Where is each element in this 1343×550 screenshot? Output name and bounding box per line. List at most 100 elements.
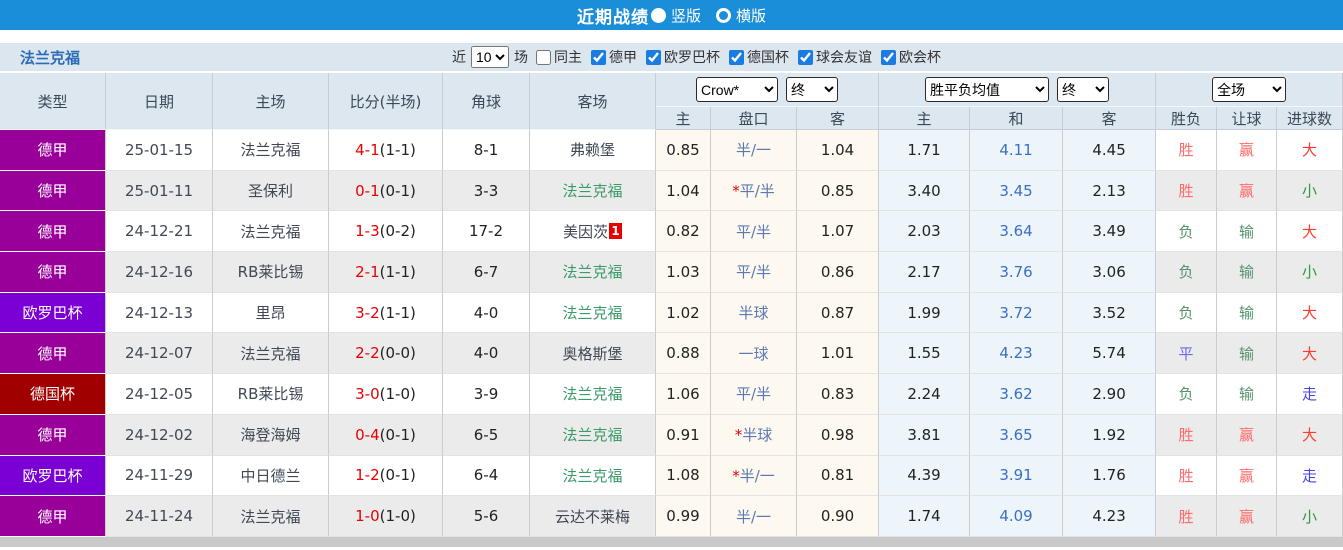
cell-odds-home: 1.02 — [656, 292, 711, 334]
cell-avg-away: 5.74 — [1063, 333, 1157, 375]
filter-europa-checkbox[interactable] — [646, 49, 661, 65]
cell-goals-result: 走 — [1277, 374, 1343, 415]
result-group-header: 全场 — [1156, 73, 1343, 107]
result-scope-select[interactable]: 全场 — [1212, 77, 1287, 102]
cell-handicap: 半球 — [711, 292, 797, 334]
avg-time-select[interactable]: 终 — [1057, 77, 1110, 102]
filter-dfb-pokal-checkbox[interactable] — [729, 49, 744, 65]
cell-league: 欧罗巴杯 — [0, 292, 106, 334]
cell-avg-away: 2.90 — [1063, 374, 1157, 415]
cell-win-lose: 平 — [1156, 333, 1218, 375]
cell-odds-home: 0.82 — [656, 211, 711, 253]
cell-goals-result: 大 — [1277, 211, 1343, 253]
odds-company-select[interactable]: Crow* — [696, 77, 779, 102]
cell-league: 德甲 — [0, 333, 106, 375]
cell-avg-away: 1.92 — [1063, 414, 1157, 456]
cell-away-team: 法兰克福 — [530, 292, 656, 334]
filter-conference-label[interactable]: 欧会杯 — [899, 47, 941, 67]
cell-handicap-result: 输 — [1217, 292, 1278, 334]
cell-win-lose: 胜 — [1156, 455, 1218, 497]
cell-handicap: *半/一 — [711, 455, 797, 497]
cell-odds-away: 0.86 — [797, 252, 880, 293]
cell-away-team: 法兰克福 — [530, 252, 656, 293]
odds-time-select[interactable]: 终 — [786, 77, 839, 102]
cell-home-team: 圣保利 — [213, 170, 329, 212]
table-row: 德甲 25-01-11 圣保利 0-1(0-1) 3-3 法兰克福 1.04 *… — [0, 170, 1343, 212]
cell-handicap-result: 输 — [1217, 211, 1278, 253]
recent-count-select[interactable]: 10 — [471, 46, 509, 68]
cell-handicap-result: 输 — [1217, 333, 1278, 375]
avg-group-header: 胜平负均值 终 — [879, 73, 1157, 107]
cell-odds-away: 1.01 — [797, 333, 880, 375]
spacer — [0, 30, 1343, 43]
cell-goals-result: 小 — [1277, 170, 1343, 212]
cell-odds-home: 0.85 — [656, 130, 711, 171]
cell-score: 0-4(0-1) — [329, 414, 443, 456]
cell-score: 1-3(0-2) — [329, 211, 443, 253]
table-row: 欧罗巴杯 24-12-13 里昂 3-2(1-1) 4-0 法兰克福 1.02 … — [0, 292, 1343, 334]
cell-away-team: 法兰克福 — [530, 414, 656, 456]
filter-bundesliga-label[interactable]: 德甲 — [609, 47, 637, 67]
cell-goals-result: 大 — [1277, 414, 1343, 456]
cell-avg-away: 4.45 — [1063, 130, 1157, 171]
filter-toolbar: 法兰克福 近 10 场 同主 德甲 欧罗巴杯 德国杯 球会友谊 欧会杯 — [0, 43, 1343, 73]
cell-corner: 3-3 — [443, 170, 530, 212]
filter-conference-checkbox[interactable] — [881, 49, 896, 65]
same-home-checkbox[interactable] — [536, 49, 551, 65]
subcol-goals: 进球数 — [1277, 107, 1343, 130]
cell-avg-home: 2.17 — [879, 252, 971, 293]
avg-type-select[interactable]: 胜平负均值 — [925, 77, 1050, 102]
cell-avg-home: 1.74 — [879, 496, 971, 537]
cell-avg-home: 1.99 — [879, 292, 971, 334]
cell-score: 4-1(1-1) — [329, 130, 443, 171]
cell-home-team: 法兰克福 — [213, 496, 329, 537]
vertical-layout-label[interactable]: 竖版 — [671, 5, 701, 26]
horizontal-layout-label[interactable]: 横版 — [736, 5, 766, 26]
cell-score: 2-2(0-0) — [329, 333, 443, 375]
filter-bundesliga-checkbox[interactable] — [591, 49, 606, 65]
same-home-label[interactable]: 同主 — [554, 47, 582, 67]
cell-odds-home: 0.99 — [656, 496, 711, 537]
red-card-badge: 1 — [609, 222, 622, 239]
vertical-layout-radio[interactable] — [650, 7, 666, 23]
team-name: 法兰克福 — [20, 48, 81, 67]
filter-dfb-pokal-label[interactable]: 德国杯 — [747, 47, 789, 67]
col-header-type: 类型 — [0, 73, 106, 130]
cell-corner: 4-0 — [443, 333, 530, 375]
cell-handicap: 半/一 — [711, 496, 797, 537]
cell-away-team: 弗赖堡 — [530, 130, 656, 171]
cell-home-team: 里昂 — [213, 292, 329, 334]
cell-score: 3-0(1-0) — [329, 374, 443, 415]
subcol-avg-draw: 和 — [970, 107, 1064, 130]
filter-friendly-label[interactable]: 球会友谊 — [816, 47, 872, 67]
cell-league: 德甲 — [0, 496, 106, 537]
col-header-away: 客场 — [530, 73, 656, 130]
cell-avg-draw: 4.23 — [970, 333, 1064, 375]
cell-odds-away: 1.04 — [797, 130, 880, 171]
cell-away-team: 法兰克福 — [530, 455, 656, 497]
cell-date: 24-11-29 — [106, 455, 213, 497]
recent-label: 近 — [452, 50, 466, 66]
cell-win-lose: 胜 — [1156, 170, 1218, 212]
cell-handicap-result: 输 — [1217, 374, 1278, 415]
filter-friendly-checkbox[interactable] — [798, 49, 813, 65]
horizontal-layout-radio[interactable] — [716, 7, 731, 23]
cell-corner: 3-9 — [443, 374, 530, 415]
cell-win-lose: 负 — [1156, 252, 1218, 293]
col-header-date: 日期 — [106, 73, 213, 130]
table-row: 德甲 24-12-16 RB莱比锡 2-1(1-1) 6-7 法兰克福 1.03… — [0, 252, 1343, 293]
cell-handicap-result: 赢 — [1217, 170, 1278, 212]
cell-avg-draw: 3.91 — [970, 455, 1064, 497]
table-row: 德国杯 24-12-05 RB莱比锡 3-0(1-0) 3-9 法兰克福 1.0… — [0, 374, 1343, 415]
odds-group-header: Crow* 终 — [656, 73, 880, 107]
cell-handicap: *半球 — [711, 414, 797, 456]
subcol-win-lose: 胜负 — [1156, 107, 1218, 130]
page-title: 近期战绩 — [576, 7, 649, 28]
cell-odds-home: 1.04 — [656, 170, 711, 212]
cell-handicap-result: 输 — [1217, 252, 1278, 293]
cell-home-team: 法兰克福 — [213, 130, 329, 171]
cell-odds-away: 1.07 — [797, 211, 880, 253]
filter-europa-label[interactable]: 欧罗巴杯 — [664, 47, 720, 67]
subcol-handicap-result: 让球 — [1217, 107, 1278, 130]
cell-goals-result: 大 — [1277, 333, 1343, 375]
